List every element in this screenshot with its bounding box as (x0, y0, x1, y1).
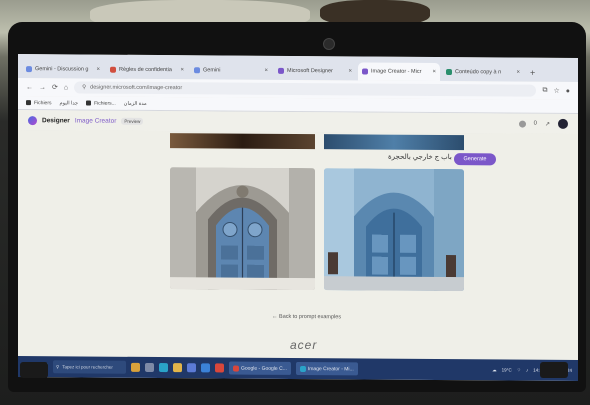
designer-logo-icon (28, 115, 37, 125)
tab-label: Règles de confidentia (119, 66, 172, 74)
header-controls: 0 ↗ (518, 118, 578, 129)
hinge-left (20, 362, 48, 378)
reload-icon[interactable]: ⟳ (52, 83, 58, 91)
browser-tab[interactable]: Microsoft Designer × (274, 62, 356, 81)
tab-favicon-icon (362, 68, 368, 75)
avatar[interactable] (558, 118, 568, 129)
forward-icon[interactable]: → (39, 84, 46, 91)
screen: Gemini - Discussion g × Règles de confiden… (18, 54, 578, 381)
store-icon[interactable] (187, 363, 196, 373)
image-results-area: باب ج خارجي بالحجرة Generate ← Back to p… (18, 130, 578, 360)
edge-icon[interactable] (159, 363, 168, 373)
taskbar-search[interactable]: ⚲ Tapez ici pour rechercher (53, 360, 126, 374)
browser-tab[interactable]: Gemini - Discussion g × (22, 60, 104, 79)
close-tab-icon[interactable]: × (432, 69, 436, 75)
tab-label: Image Creator - Micr (371, 68, 422, 75)
laptop-bezel: Gemini - Discussion g × Règles de confiden… (8, 22, 586, 392)
chrome-icon[interactable] (215, 363, 224, 373)
generated-image-1[interactable] (170, 167, 315, 291)
photo-scene: Gemini - Discussion g × Règles de confiden… (0, 0, 590, 405)
product-name[interactable]: Image Creator (75, 117, 117, 124)
tab-favicon-icon (278, 67, 284, 74)
folder-icon (26, 100, 31, 106)
bookmark-item[interactable]: Fichiers (26, 100, 52, 106)
volume-icon[interactable]: ♪ (526, 368, 528, 373)
close-tab-icon[interactable]: × (264, 68, 268, 74)
bookmark-star-icon[interactable]: ☆ (553, 87, 559, 95)
boost-count: 0 (533, 120, 537, 127)
home-icon[interactable]: ⌂ (64, 84, 68, 91)
chrome-icon (233, 365, 239, 372)
file-explorer-icon[interactable] (173, 363, 182, 373)
taskbar-button-image-creator[interactable]: Image Creator - Mi... (295, 361, 358, 376)
taskbar-button-chrome[interactable]: Google - Google C... (229, 361, 291, 375)
close-tab-icon[interactable]: × (96, 67, 100, 73)
browser-tab[interactable]: Conteúdo copy à n × (442, 63, 524, 82)
back-to-prompt-link[interactable]: ← Back to prompt examples (272, 314, 341, 320)
tab-label: Gemini - Discussion g (35, 66, 89, 73)
folder-icon (86, 100, 92, 106)
profile-icon[interactable]: ● (566, 87, 570, 94)
previous-result-strip-right[interactable] (324, 134, 464, 151)
url-text: designer.microsoft.com/image-creator (90, 84, 183, 92)
close-tab-icon[interactable]: × (516, 70, 520, 76)
boost-coin-icon[interactable] (518, 120, 526, 128)
edge-icon (299, 365, 306, 372)
extensions-icon[interactable]: ⧉ (542, 87, 547, 95)
hinge-right (540, 362, 568, 378)
previous-result-strip-left[interactable] (170, 133, 315, 150)
task-view-icon[interactable] (145, 362, 154, 372)
close-tab-icon[interactable]: × (348, 68, 352, 74)
brand-name[interactable]: Designer (42, 117, 70, 124)
tab-favicon-icon (110, 66, 116, 73)
browser-tab[interactable]: Règles de confidentia × (106, 61, 188, 80)
tab-favicon-icon (26, 66, 32, 73)
mail-icon[interactable] (201, 363, 210, 373)
laptop-brand-logo: acer (290, 338, 318, 352)
network-icon[interactable]: ⌔ (517, 367, 521, 373)
new-tab-button[interactable]: + (526, 64, 539, 82)
prompt-text[interactable]: باب ج خارجي بالحجرة (388, 153, 452, 161)
close-tab-icon[interactable]: × (180, 67, 184, 73)
tab-favicon-icon (194, 67, 200, 74)
preview-badge: Preview (121, 117, 144, 125)
site-info-icon[interactable]: ⚲ (82, 84, 86, 90)
webcam (323, 38, 335, 50)
browser-tab[interactable]: Gemini × (190, 61, 272, 80)
weather-icon[interactable]: ☁ (492, 367, 497, 373)
bookmark-item[interactable]: Fichiers... (86, 100, 116, 106)
tab-favicon-icon (446, 69, 452, 76)
weather-temp: 19°C (501, 367, 512, 373)
url-field[interactable]: ⚲ designer.microsoft.com/image-creator (74, 81, 537, 97)
generate-button[interactable]: Generate (454, 153, 496, 166)
browser-tab[interactable]: Image Creator - Micr × (358, 62, 440, 81)
generated-image-2[interactable] (324, 168, 464, 292)
news-icon[interactable] (131, 362, 140, 372)
bookmark-item[interactable]: جدا اليوم (60, 100, 79, 106)
search-icon: ⚲ (56, 363, 60, 369)
share-icon[interactable]: ↗ (545, 120, 550, 127)
tab-label: Conteúdo copy à n (455, 69, 502, 76)
tab-label: Gemini (203, 67, 221, 74)
back-icon[interactable]: ← (26, 84, 33, 91)
bookmark-item[interactable]: مدة الزمان (124, 100, 147, 106)
tab-label: Microsoft Designer (287, 67, 333, 75)
windows-taskbar: ⚲ Tapez ici pour rechercher Google - Goo… (18, 356, 578, 381)
